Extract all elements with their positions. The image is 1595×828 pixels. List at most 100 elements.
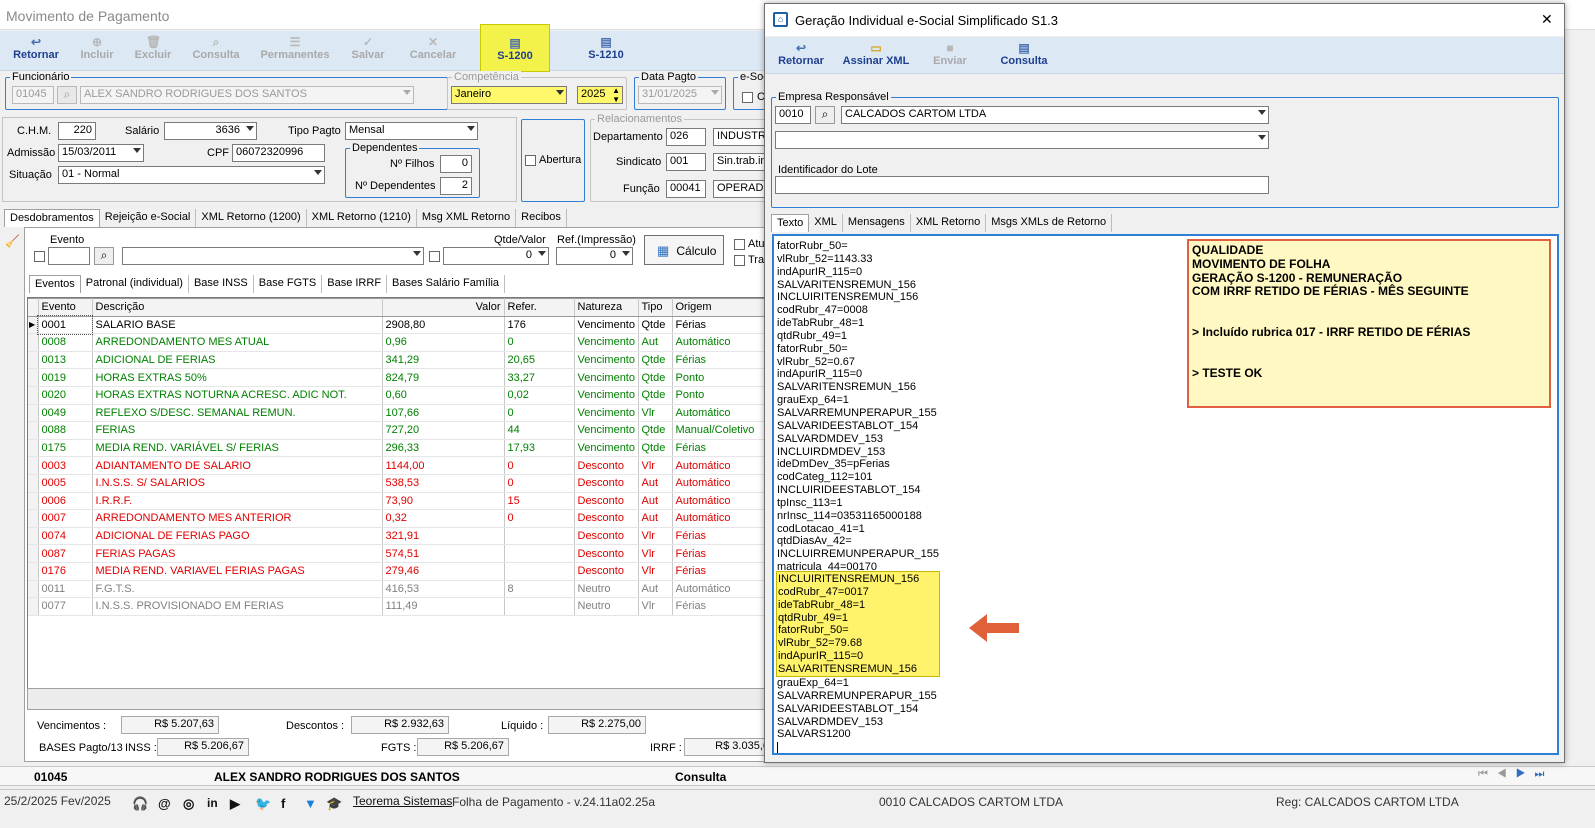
dependentes-field[interactable]: 2 xyxy=(440,177,472,195)
tab-texto[interactable]: Texto xyxy=(771,214,810,232)
close-icon[interactable]: ✕ xyxy=(1541,11,1553,28)
table-row[interactable]: 0005 I.N.S.S. S/ SALARIOS 538,53 0 Desconto A… xyxy=(28,474,773,493)
tab-base-fgts[interactable]: Base FGTS xyxy=(254,275,323,293)
table-row[interactable]: 0049 REFLEXO S/DESC. SEMANAL REMUN. 107,66… xyxy=(28,404,773,423)
funcionario-name-select[interactable]: ALEX SANDRO RODRIGUES DOS SANTOS xyxy=(80,86,414,104)
evento-checkbox[interactable] xyxy=(34,251,45,262)
tab-xml[interactable]: XML xyxy=(809,214,843,232)
sindicato-code[interactable]: 001 xyxy=(666,153,706,171)
tab-msgs-xmls-retorno[interactable]: Msgs XMLs de Retorno xyxy=(986,214,1113,232)
row-indicator[interactable] xyxy=(28,439,39,458)
row-indicator[interactable] xyxy=(28,580,39,599)
dialog-consulta-button[interactable]: ▤ Consulta xyxy=(997,42,1051,72)
tab-desdobramentos[interactable]: Desdobramentos xyxy=(4,209,100,227)
consulta-button[interactable]: ⌕ Consulta xyxy=(188,36,244,66)
table-row[interactable]: 0087 FERIAS PAGAS 574,51 Desconto Vlr Férias xyxy=(28,544,773,563)
table-row[interactable]: 0007 ARREDONDAMENTO MES ANTERIOR 0,32 0 Desc… xyxy=(28,509,773,528)
table-row[interactable]: 0008 ARREDONDAMENTO MES ATUAL 0,96 0 Vencime… xyxy=(28,333,773,352)
admissao-field[interactable]: 15/03/2011 xyxy=(58,144,144,162)
cancelar-button[interactable]: ✕ Cancelar xyxy=(405,36,461,66)
tab-eventos[interactable]: Eventos xyxy=(29,275,81,293)
s1200-button[interactable]: ▤ S-1200 xyxy=(480,24,550,72)
row-indicator[interactable] xyxy=(28,527,39,546)
first-record-icon[interactable]: ⏮ xyxy=(1478,768,1497,780)
tab-xml-retorno-1200[interactable]: XML Retorno (1200) xyxy=(196,209,307,227)
table-row[interactable]: 0175 MEDIA REND. VARIÁVEL S/ FERIAS 296,33… xyxy=(28,439,773,458)
calculo-button[interactable]: ▦ Cálculo xyxy=(644,235,724,265)
esocial-checkbox[interactable] xyxy=(742,92,753,103)
cpf-field[interactable]: 06072320996 xyxy=(232,144,325,162)
table-row[interactable]: 0020 HORAS EXTRAS NOTURNA ACRESC. ADIC NO… xyxy=(28,386,773,405)
linkedin-icon[interactable]: in xyxy=(207,796,218,810)
row-indicator[interactable] xyxy=(28,492,39,511)
competencia-year-spin[interactable]: 2025 ▲ ▼ xyxy=(577,86,623,104)
row-indicator[interactable] xyxy=(28,386,39,405)
row-indicator[interactable] xyxy=(28,544,39,563)
instagram-icon[interactable]: ◎ xyxy=(183,796,194,812)
row-indicator[interactable] xyxy=(28,404,39,423)
row-indicator[interactable] xyxy=(28,474,39,493)
dialog-retornar-button[interactable]: ↩ Retornar xyxy=(773,42,829,72)
table-row[interactable]: 0019 HORAS EXTRAS 50% 824,79 33,27 Venciment… xyxy=(28,368,773,387)
row-indicator[interactable] xyxy=(28,597,39,616)
row-indicator[interactable] xyxy=(28,351,39,370)
empresa-name-select[interactable]: CALCADOS CARTOM LTDA xyxy=(841,106,1269,124)
twitter-icon[interactable]: 🐦 xyxy=(255,796,271,812)
departamento-code[interactable]: 026 xyxy=(666,128,706,146)
table-row[interactable]: 0077 I.N.S.S. PROVISIONADO EM FERIAS 111,4… xyxy=(28,597,773,616)
col-origem[interactable]: Origem xyxy=(672,298,773,317)
tab-recibos[interactable]: Recibos xyxy=(516,209,567,227)
assinar-xml-button[interactable]: ▭ Assinar XML xyxy=(841,42,911,72)
row-indicator[interactable] xyxy=(28,368,39,387)
tab-bases-salario-familia[interactable]: Bases Salário Família xyxy=(387,275,506,293)
col-natureza[interactable]: Natureza xyxy=(574,298,639,317)
filter-checkbox[interactable] xyxy=(429,251,440,262)
tab-msg-xml-retorno[interactable]: Msg XML Retorno xyxy=(417,209,517,227)
competencia-month-select[interactable]: Janeiro xyxy=(451,86,567,104)
funcao-code[interactable]: 00041 xyxy=(666,180,706,198)
incluir-button[interactable]: ⊕ Incluir xyxy=(72,36,122,66)
abertura-checkbox[interactable] xyxy=(525,155,536,166)
tab-patronal[interactable]: Patronal (individual) xyxy=(81,275,189,293)
table-row[interactable]: 0011 F.G.T.S. 416,53 8 Neutro Aut Automático xyxy=(28,580,773,599)
row-indicator[interactable] xyxy=(28,456,39,475)
last-record-icon[interactable]: ⏭ xyxy=(1535,768,1554,780)
lote-field[interactable] xyxy=(775,176,1269,194)
qtde-valor-field[interactable]: 0 xyxy=(443,247,549,265)
secondary-select[interactable] xyxy=(775,131,1269,149)
tra-checkbox[interactable] xyxy=(734,255,745,266)
table-row[interactable]: 0013 ADICIONAL DE FERIAS 341,29 20,65 Vencim… xyxy=(28,351,773,370)
ref-impressao-field[interactable]: 0 xyxy=(556,247,633,265)
salario-select[interactable]: 3636 xyxy=(164,122,257,140)
enviar-button[interactable]: ■ Enviar xyxy=(928,42,972,72)
brand-link[interactable]: Teorema Sistemas xyxy=(353,794,452,808)
atu-checkbox[interactable] xyxy=(734,239,745,250)
next-record-icon[interactable]: ▶ xyxy=(1516,768,1535,780)
col-valor[interactable]: Valor xyxy=(382,298,505,317)
teorema-logo-icon[interactable]: ▼ xyxy=(304,796,317,811)
row-indicator[interactable] xyxy=(28,509,39,528)
situacao-select[interactable]: 01 - Normal xyxy=(58,166,325,184)
tab-mensagens[interactable]: Mensagens xyxy=(843,214,911,232)
tipo-pagto-select[interactable]: Mensal xyxy=(345,122,478,140)
at-icon[interactable]: @ xyxy=(158,796,171,811)
prev-record-icon[interactable]: ◀ xyxy=(1497,768,1516,780)
funcionario-code[interactable]: 01045 xyxy=(12,86,54,104)
evento-select[interactable] xyxy=(122,247,424,265)
tab-base-inss[interactable]: Base INSS xyxy=(189,275,254,293)
empresa-search-button[interactable]: ⌕ xyxy=(815,106,835,124)
eraser-icon[interactable]: 🧹 xyxy=(5,234,20,248)
salvar-button[interactable]: ✓ Salvar xyxy=(346,36,390,66)
col-descricao[interactable]: Descrição xyxy=(92,298,383,317)
facebook-icon[interactable]: f xyxy=(281,796,285,811)
evento-search-button[interactable]: ⌕ xyxy=(94,247,114,265)
row-indicator[interactable] xyxy=(28,333,39,352)
tab-base-irrf[interactable]: Base IRRF xyxy=(322,275,388,293)
funcionario-search-button[interactable]: ⌕ xyxy=(57,86,77,104)
col-evento[interactable]: Evento xyxy=(38,298,93,317)
row-indicator[interactable]: ▶ xyxy=(28,316,39,335)
data-pagto-field[interactable]: 31/01/2025 xyxy=(638,86,722,104)
graduation-cap-icon[interactable]: 🎓 xyxy=(326,796,342,812)
xml-text-area[interactable]: fatorRubr_50= vlRubr_52=1143.33 indApurIR_… xyxy=(772,234,1559,755)
col-tipo[interactable]: Tipo xyxy=(638,298,673,317)
